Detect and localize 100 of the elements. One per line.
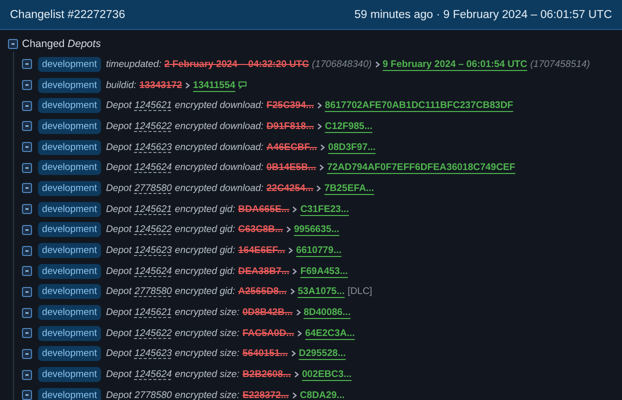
depot-label: Depot xyxy=(106,142,132,153)
branch-tag: development xyxy=(38,78,101,93)
depot-link[interactable]: 1245621 xyxy=(134,307,172,318)
new-value[interactable]: 6610779... xyxy=(296,245,342,256)
depot-label: Depot xyxy=(106,328,132,339)
depot-link[interactable]: 1245621 xyxy=(134,100,172,112)
chevron-icon xyxy=(292,268,298,275)
depot-link[interactable]: 1245621 xyxy=(134,204,172,215)
new-value[interactable]: C12F985... xyxy=(324,120,372,132)
depot-label: Depot xyxy=(106,390,132,400)
collapse-icon[interactable] xyxy=(22,142,32,152)
branch-tag: development xyxy=(38,243,101,258)
new-value[interactable]: 9956635... xyxy=(294,224,340,236)
collapse-icon[interactable] xyxy=(22,308,32,318)
branch-tag: development xyxy=(38,346,101,362)
branch-tag: development xyxy=(38,305,101,320)
collapse-icon[interactable] xyxy=(22,121,32,132)
collapse-icon[interactable] xyxy=(22,390,32,400)
new-value[interactable]: 002EBC3... xyxy=(302,369,352,380)
collapse-icon[interactable] xyxy=(22,80,32,90)
branch-tag: development xyxy=(38,140,101,155)
depot-link[interactable]: 1245622 xyxy=(134,328,172,339)
field-label: encrypted size: xyxy=(174,328,240,339)
depot-link[interactable]: 1245623 xyxy=(134,142,172,153)
field-label: encrypted size: xyxy=(174,307,240,318)
chevron-icon xyxy=(297,330,302,337)
chevron-icon xyxy=(185,82,190,89)
depot-link[interactable]: 2778580 xyxy=(134,390,172,400)
branch-tag: development xyxy=(38,222,101,238)
collapse-icon[interactable] xyxy=(22,183,32,194)
collapse-icon[interactable] xyxy=(22,348,32,359)
new-value[interactable]: 9 February 2024 – 06:01:54 UTC xyxy=(382,58,528,70)
new-value[interactable]: 53A1075... xyxy=(298,286,345,298)
collapse-icon[interactable] xyxy=(22,224,32,235)
depot-label: Depot xyxy=(106,120,132,132)
depot-label: Depot xyxy=(106,224,132,236)
dlc-label: [DLC] xyxy=(348,286,372,298)
field-label: encrypted download: xyxy=(174,142,264,153)
depot-link[interactable]: 1245624 xyxy=(134,162,172,174)
field-label: encrypted download: xyxy=(174,100,264,112)
chevron-icon xyxy=(292,392,297,399)
new-value[interactable]: 72AD794AF0F7EFF6DFEA36018C749CEF xyxy=(327,162,516,174)
branch-tag: development xyxy=(38,388,101,400)
new-value[interactable]: C31FE23... xyxy=(300,204,349,215)
new-value[interactable]: 7B25EFA... xyxy=(324,182,374,194)
depot-link[interactable]: 2778580 xyxy=(134,182,172,194)
depot-label: Depot xyxy=(106,162,132,174)
old-value: BDA665E... xyxy=(238,204,290,215)
field-label: encrypted size: xyxy=(174,390,240,400)
timestamp: (1706848340) xyxy=(312,58,372,70)
timestamp: (1707458514) xyxy=(530,58,590,70)
depot-link[interactable]: 2778580 xyxy=(134,286,172,298)
branch-tag: development xyxy=(38,118,101,134)
changelist-title: Changelist #22272736 xyxy=(10,8,126,20)
new-value[interactable]: 8617702AFE70AB1DC111BFC237CB83DF xyxy=(324,100,514,112)
new-value[interactable]: 64E2C3A... xyxy=(305,328,355,339)
old-value: B2B2608... xyxy=(242,369,291,380)
depot-link[interactable]: 1245623 xyxy=(134,348,172,360)
new-value[interactable]: D295528... xyxy=(298,348,346,360)
changelist-time: 59 minutes ago · 9 February 2024 – 06:01:57 UTC xyxy=(354,8,612,20)
depot-link[interactable]: 1245624 xyxy=(134,266,172,277)
chevron-icon xyxy=(288,247,294,254)
old-value: D91F818... xyxy=(266,120,314,132)
collapse-icon[interactable] xyxy=(22,59,32,70)
collapse-icon[interactable] xyxy=(22,204,32,214)
depot-link[interactable]: 1245622 xyxy=(134,120,172,132)
depot-label: Depot xyxy=(106,182,132,194)
old-value: 2 February 2024 – 04:32:20 UTC xyxy=(164,58,309,70)
depot-link[interactable]: 1245623 xyxy=(134,245,172,256)
collapse-icon[interactable] xyxy=(22,100,32,111)
new-value[interactable]: F69A453... xyxy=(300,266,348,277)
branch-tag: development xyxy=(38,98,101,114)
field-label: timeupdated: xyxy=(106,58,162,70)
collapse-icon[interactable] xyxy=(22,246,32,256)
chevron-icon xyxy=(316,102,322,110)
new-value[interactable]: 8D40086... xyxy=(304,307,351,318)
collapse-icon[interactable] xyxy=(22,162,32,173)
new-value[interactable]: 08D3F97... xyxy=(328,142,376,153)
new-value[interactable]: 13411554 xyxy=(193,80,236,91)
new-value[interactable]: C8DA29... xyxy=(300,390,345,400)
collapse-icon[interactable] xyxy=(22,266,32,276)
field-label: encrypted gid: xyxy=(174,266,236,277)
depot-label: Depot xyxy=(106,100,132,112)
field-label: buildid: xyxy=(106,80,136,91)
old-value: A2565D8... xyxy=(238,286,287,298)
chevron-icon xyxy=(316,184,322,192)
collapse-icon[interactable] xyxy=(22,328,32,338)
collapse-icon[interactable] xyxy=(22,286,32,297)
chevron-icon xyxy=(290,350,296,358)
depot-link[interactable]: 1245624 xyxy=(134,369,172,380)
comment-icon[interactable] xyxy=(238,81,248,90)
field-label: encrypted gid: xyxy=(174,286,236,298)
old-value: FAC5A0D... xyxy=(242,328,294,339)
branch-tag: development xyxy=(38,160,101,176)
chevron-icon xyxy=(290,288,295,296)
collapse-icon[interactable] xyxy=(22,370,32,380)
depot-label: Depot xyxy=(106,369,132,380)
old-value: E228372... xyxy=(242,390,289,400)
depot-link[interactable]: 1245622 xyxy=(134,224,172,236)
collapse-icon[interactable] xyxy=(8,39,18,49)
